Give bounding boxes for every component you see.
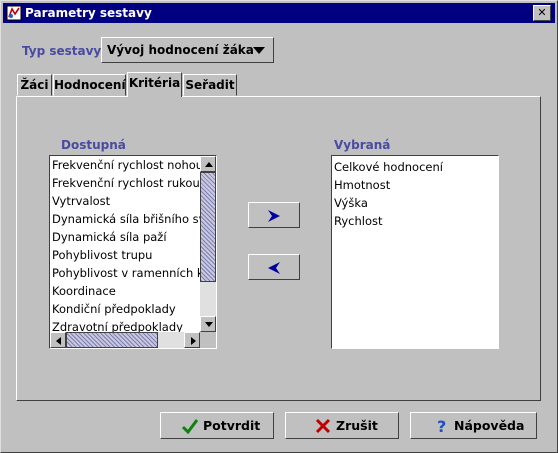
arrow-left-icon [268,262,280,274]
chevron-down-icon[interactable] [253,47,265,54]
confirm-button[interactable]: Potvrdit [160,412,274,439]
confirm-label: Potvrdit [203,418,261,433]
help-label: Nápověda [454,418,525,433]
list-item[interactable]: Dynamická síla paží [52,228,167,246]
report-type-label: Typ sestavy [22,44,102,58]
add-criterion-button[interactable] [248,202,300,228]
list-item[interactable]: Rychlost [334,212,383,230]
scroll-down-button[interactable] [200,316,216,332]
available-label: Dostupná [61,138,126,152]
list-item[interactable]: Kondiční předpoklady [52,300,176,318]
window-title: Parametry sestavy [25,6,152,20]
cancel-button[interactable]: Zrušit [285,412,399,439]
available-list[interactable]: Frekvenční rychlost nohou Frekvenční ryc… [49,155,217,349]
tab-kriteria[interactable]: Kritéria [127,72,182,97]
tab-hodnoceni[interactable]: Hodnocení [53,74,126,96]
list-item[interactable]: Vytrvalost [52,192,110,210]
close-icon[interactable]: ✕ [533,5,551,21]
arrow-left-small-icon [56,337,61,345]
arrow-right-icon [268,210,280,222]
list-item[interactable]: Koordinace [52,282,116,300]
scroll-corner [200,332,216,348]
selected-label: Vybraná [334,138,391,152]
scroll-up-button[interactable] [200,156,216,172]
list-item[interactable]: Frekvenční rychlost nohou [52,156,203,174]
app-icon [6,5,22,21]
list-item[interactable]: Pohyblivost v ramenních kloubech [52,264,216,282]
list-item[interactable]: Dynamická síla břišního svalstva [52,210,216,228]
title-bar[interactable]: Parametry sestavy ✕ [3,3,555,23]
list-item[interactable]: Výška [334,194,368,212]
checkmark-icon [181,419,199,434]
scroll-left-button[interactable] [50,332,66,348]
vertical-scrollbar[interactable] [200,156,216,332]
list-item[interactable]: Frekvenční rychlost rukou [52,174,200,192]
tab-seradit[interactable]: Seřadit [183,74,237,96]
remove-criterion-button[interactable] [248,254,300,280]
horizontal-scrollbar[interactable] [50,332,200,348]
help-button[interactable]: ? Nápověda [410,412,537,439]
arrow-down-icon [205,322,213,327]
tab-zaci[interactable]: Žáci [17,74,52,96]
list-item[interactable]: Pohyblivost trupu [52,246,152,264]
scroll-right-button[interactable] [184,332,200,348]
report-type-select[interactable]: Vývoj hodnocení žáka [101,37,274,63]
scroll-thumb-horizontal[interactable] [66,332,158,348]
svg-text:?: ? [437,418,446,434]
report-type-value: Vývoj hodnocení žáka [107,43,254,57]
x-icon [315,418,331,434]
list-item[interactable]: Celkové hodnocení [334,158,443,176]
list-item[interactable]: Hmotnost [334,176,390,194]
arrow-right-small-icon [191,337,196,345]
selected-list[interactable]: Celkové hodnocení Hmotnost Výška Rychlos… [331,155,499,349]
arrow-up-icon [205,162,213,167]
question-icon: ? [437,418,446,434]
scroll-thumb-vertical[interactable] [200,172,216,282]
cancel-label: Zrušit [336,418,378,433]
